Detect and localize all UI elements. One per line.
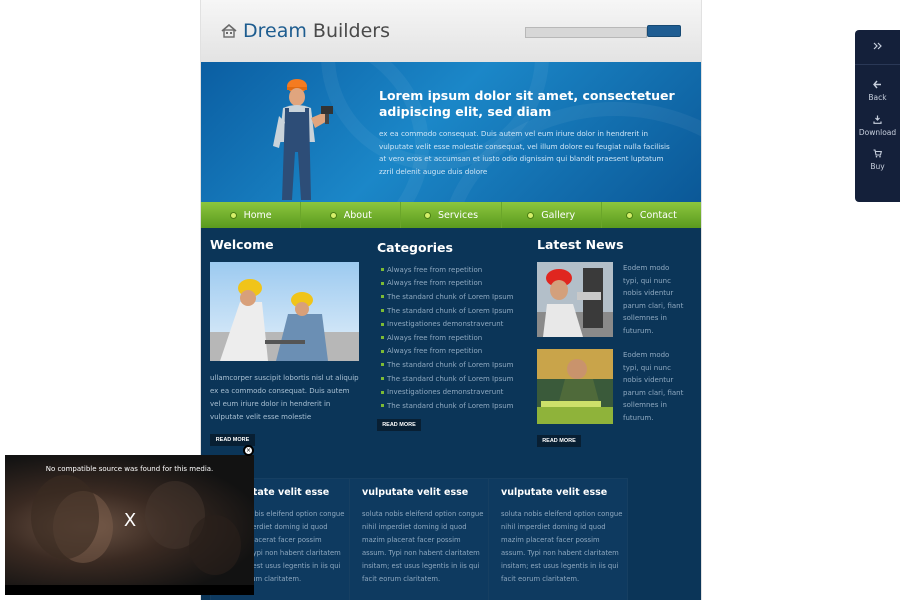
list-item[interactable]: Always free from repetition <box>381 277 531 291</box>
categories-list: Always free from repetition Always free … <box>381 263 531 413</box>
nav-gallery[interactable]: Gallery <box>502 202 602 228</box>
banner-text: ex ea commodo consequat. Duis autem vel … <box>379 129 670 176</box>
info-box: vulputate velit esse soluta nobis eleife… <box>349 478 489 600</box>
bullet-icon <box>381 349 384 353</box>
arrow-left-icon <box>873 80 882 90</box>
news-text: Eodem modo typi, qui nunc nobis videntur… <box>623 351 684 422</box>
list-item[interactable]: Investigationes demonstraverunt <box>381 317 531 331</box>
nav-bullet-icon <box>423 211 431 219</box>
news-text: Eodem modo typi, qui nunc nobis videntur… <box>623 264 684 335</box>
welcome-text: ullamcorper suscipit lobortis nisl ut al… <box>210 374 359 421</box>
bullet-icon <box>381 309 384 313</box>
widget-buy-button[interactable]: Buy <box>855 149 900 171</box>
list-item[interactable]: The standard chunk of Lorem Ipsum <box>381 290 531 304</box>
news-read-more-button[interactable]: READ MORE <box>537 435 581 447</box>
box-title: vulputate velit esse <box>501 487 608 498</box>
hero-banner: Lorem ipsum dolor sit amet, consectetuer… <box>201 62 701 202</box>
box-text: soluta nobis eleifend option congue nihi… <box>362 510 484 583</box>
list-item[interactable]: The standard chunk of Lorem Ipsum <box>381 372 531 386</box>
bullet-icon <box>381 295 384 299</box>
nav-bullet-icon <box>625 211 633 219</box>
news-photo[interactable] <box>537 262 613 337</box>
nav-contact[interactable]: Contact <box>602 202 701 228</box>
side-widget: Back Download Buy <box>855 30 900 202</box>
nav-bullet-icon <box>527 211 535 219</box>
list-item[interactable]: The standard chunk of Lorem Ipsum <box>381 399 531 413</box>
logo-text: Dream Builders <box>243 20 391 42</box>
bullet-icon <box>381 336 384 340</box>
video-player[interactable]: No compatible source was found for this … <box>5 455 254 595</box>
search-input[interactable] <box>525 27 647 38</box>
list-item[interactable]: The standard chunk of Lorem Ipsum <box>381 304 531 318</box>
site-logo[interactable]: Dream Builders <box>221 20 390 42</box>
bullet-icon <box>381 390 384 394</box>
search-button[interactable] <box>647 25 681 37</box>
bullet-icon <box>381 268 384 272</box>
bullet-icon <box>381 404 384 408</box>
nav-services[interactable]: Services <box>401 202 502 228</box>
widget-back-button[interactable]: Back <box>855 80 900 102</box>
categories-read-more-button[interactable]: READ MORE <box>377 419 421 431</box>
main-nav: Home About Services Gallery Contact <box>201 202 701 228</box>
video-close-button[interactable]: × <box>243 445 254 456</box>
widget-download-button[interactable]: Download <box>855 115 900 137</box>
website-page: Dream Builders Lorem ipsum dolor sit ame… <box>200 0 702 600</box>
double-chevron-right-icon <box>873 41 883 54</box>
box-text: soluta nobis eleifend option congue nihi… <box>501 510 623 583</box>
close-icon: × <box>245 447 252 454</box>
news-item: Eodem modo typi, qui nunc nobis videntur… <box>537 349 687 425</box>
bullet-icon <box>381 377 384 381</box>
news-photo[interactable] <box>537 349 613 424</box>
bullet-icon <box>381 322 384 326</box>
nav-about[interactable]: About <box>301 202 402 228</box>
video-error-message: No compatible source was found for this … <box>45 465 214 473</box>
cart-icon <box>873 149 882 159</box>
home-icon <box>221 24 237 38</box>
news-item: Eodem modo typi, qui nunc nobis videntur… <box>537 262 687 338</box>
bullet-icon <box>381 281 384 285</box>
box-title: vulputate velit esse <box>362 487 469 498</box>
list-item[interactable]: Always free from repetition <box>381 345 531 359</box>
bullet-icon <box>381 363 384 367</box>
video-x-mark: X <box>123 510 137 531</box>
download-icon <box>873 115 882 125</box>
list-item[interactable]: Investigationes demonstraverunt <box>381 385 531 399</box>
worker-image <box>273 79 333 200</box>
widget-toggle-button[interactable] <box>855 30 900 65</box>
nav-bullet-icon <box>229 211 237 219</box>
welcome-heading: Welcome <box>210 237 274 252</box>
nav-home[interactable]: Home <box>201 202 302 228</box>
list-item[interactable]: Always free from repetition <box>381 331 531 345</box>
site-header: Dream Builders <box>201 0 701 63</box>
nav-bullet-icon <box>329 211 337 219</box>
welcome-photo <box>210 262 359 361</box>
categories-heading: Categories <box>377 240 453 255</box>
list-item[interactable]: Always free from repetition <box>381 263 531 277</box>
banner-title: Lorem ipsum dolor sit amet, consectetuer… <box>379 88 675 119</box>
news-heading: Latest News <box>537 237 624 252</box>
info-box: vulputate velit esse soluta nobis eleife… <box>488 478 628 600</box>
list-item[interactable]: The standard chunk of Lorem Ipsum <box>381 358 531 372</box>
